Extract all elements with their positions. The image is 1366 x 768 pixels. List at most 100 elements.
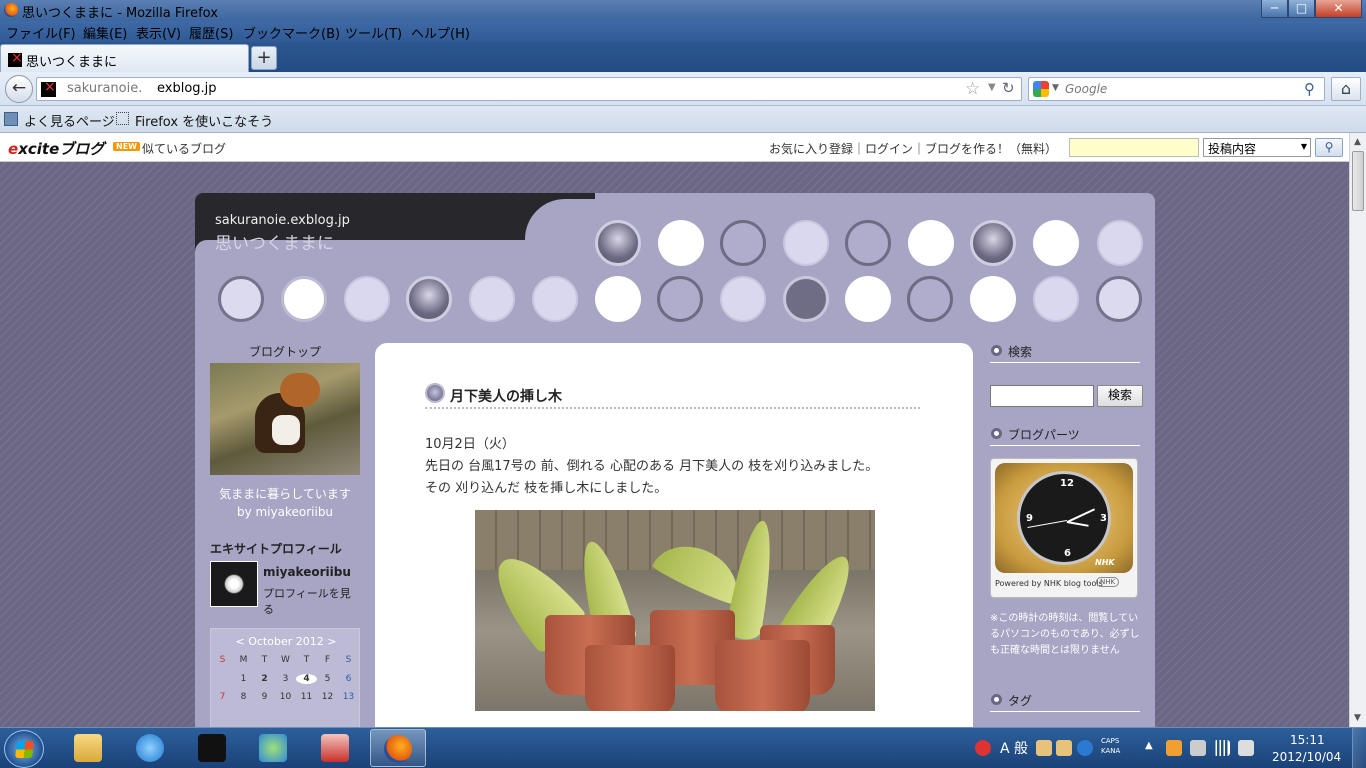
menu-history[interactable]: 履歴(S) [189,23,233,42]
blog-url[interactable]: sakuranoie.exblog.jp [215,213,350,228]
calendar-day[interactable]: 11 [296,692,317,702]
scrollbar-thumb[interactable] [1352,151,1364,211]
decor-dot [469,276,515,322]
blog-description: 気ままに暮らしています by miyakeoriibu [219,487,351,519]
tray-app-icon[interactable] [975,740,991,756]
minimize-button[interactable]: ─ [1261,0,1288,18]
new-tab-button[interactable]: + [251,46,277,70]
excite-profile-heading: エキサイトプロフィール [210,542,342,556]
page-scrollbar[interactable]: ▲ ▼ [1349,133,1366,727]
post-photo-potted-cuttings[interactable] [475,510,875,711]
calendar-day[interactable]: 6 [338,674,359,684]
bullet-icon [991,694,1002,705]
url-bar[interactable]: sakuranoie. exblog.jp ☆ ▼ ↻ [36,77,1022,101]
calendar-day[interactable]: 2 [254,674,275,684]
calendar-day[interactable]: 4 [296,674,317,684]
calendar-day[interactable]: 10 [275,692,296,702]
tabbar: 思いつくままに + [0,42,1366,72]
messenger-icon [259,734,287,762]
taskbar-messenger[interactable] [246,729,302,767]
search-bar[interactable]: ▼ Google ⚲ [1028,77,1325,101]
volume-muted-icon[interactable] [1238,740,1254,756]
calendar-day[interactable]: 5 [317,674,338,684]
view-profile-link[interactable]: プロフィールを見る [263,585,360,617]
magnifier-icon[interactable]: ⚲ [1304,80,1315,98]
show-hidden-icons-icon[interactable]: ▲ [1145,740,1155,756]
nhk-clock-widget[interactable]: 12 3 6 9 NHK Powered by NHK blog tools N… [990,458,1138,598]
google-search-engine-icon[interactable] [1033,81,1049,97]
menu-bookmarks[interactable]: ブックマーク(B) [243,23,340,42]
ime-indicator[interactable]: A 般 [1000,738,1028,758]
decor-dot [218,276,264,322]
calendar-day[interactable]: 7 [212,692,233,702]
taskbar-explorer[interactable] [61,729,117,767]
start-button[interactable] [4,730,44,768]
tab-active[interactable]: 思いつくままに [0,44,249,72]
url-domain: exblog.jp [157,81,217,96]
tray-ime-icon[interactable] [1036,740,1052,756]
app-icon [321,734,349,762]
close-button[interactable]: ✕ [1315,0,1362,18]
profile-photo-beagle[interactable] [210,363,360,475]
calendar-day[interactable]: 8 [233,692,254,702]
menu-tools[interactable]: ツール(T) [345,23,402,42]
taskbar-internet-explorer[interactable] [123,729,179,767]
caps-kana-indicator: CAPS KANA [1101,737,1121,755]
profile-thumbnail[interactable] [210,561,258,607]
show-desktop-button[interactable] [1352,728,1366,768]
photo-detail [585,645,675,711]
search-engine-dropdown-icon[interactable]: ▼ [1052,83,1059,93]
profile-name[interactable]: miyakeoriibu [263,565,351,579]
search-scope-select[interactable]: 投稿内容 ▼ [1203,138,1311,157]
post-title[interactable]: 月下美人の挿し木 [450,386,562,406]
blog-search-input[interactable] [990,385,1094,407]
blog-title[interactable]: 思いつくままに [215,229,334,254]
help-icon[interactable] [1077,740,1093,756]
calendar-day[interactable]: 12 [317,692,338,702]
calendar-day[interactable]: 9 [254,692,275,702]
taskbar-clock-time[interactable]: 15:11 [1290,733,1325,747]
bookmark-most-visited[interactable]: よく見るページ [24,111,115,130]
search-placeholder: Google [1065,82,1108,96]
excite-account-links[interactable]: お気に入り登録｜ログイン｜ブログを作る！（無料） [769,140,1057,157]
scroll-down-icon[interactable]: ▼ [1354,713,1361,723]
history-dropdown-icon[interactable]: ▼ [988,82,996,93]
bookmark-star-icon[interactable]: ☆ [965,79,980,99]
firefox-logo-icon [384,735,412,763]
calendar-day[interactable]: 1 [233,674,254,684]
decor-dot [1096,276,1142,322]
calendar-day[interactable]: 13 [338,692,359,702]
maximize-button[interactable]: □ [1288,0,1315,18]
tray-device-icon[interactable] [1190,740,1206,756]
similar-blogs-link[interactable]: 似ているブログ [142,140,226,157]
photo-detail [272,415,300,445]
bookmark-firefox-tips[interactable]: Firefox を使いこなそう [135,111,273,130]
post-text: 先日の 台風17号の 前、倒れる 心配のある 月下美人の 枝を刈り込みました。 [425,459,879,474]
scroll-up-icon[interactable]: ▲ [1354,137,1361,147]
internet-explorer-icon [136,734,164,762]
taskbar-clock-date[interactable]: 2012/10/04 [1272,750,1341,764]
network-signal-icon[interactable] [1214,740,1230,756]
home-button[interactable]: ⌂ [1331,77,1361,101]
taskbar-excite[interactable] [185,729,241,767]
taskbar-app[interactable] [308,729,364,767]
tray-power-icon[interactable] [1166,740,1182,756]
excite-search-button[interactable]: ⚲ [1315,138,1343,157]
reload-icon[interactable]: ↻ [1002,79,1015,97]
menu-file[interactable]: ファイル(F) [6,23,76,42]
back-button[interactable]: ← [5,75,33,103]
calendar-month-nav[interactable]: < October 2012 > [211,635,361,648]
menu-view[interactable]: 表示(V) [136,23,181,42]
blog-search-button[interactable]: 検索 [1097,385,1143,407]
calendar-day[interactable]: 3 [275,674,296,684]
most-visited-icon [4,112,18,126]
taskbar-firefox[interactable] [370,729,426,767]
menubar: ファイル(F) 編集(E) 表示(V) 履歴(S) ブックマーク(B) ツール(… [0,21,1366,73]
excite-blog-logo[interactable]: exciteブログ [8,138,104,159]
menu-edit[interactable]: 編集(E) [83,23,127,42]
blog-top-link[interactable]: ブログトップ [210,343,360,360]
tray-ime-icon[interactable] [1056,740,1072,756]
menu-help[interactable]: ヘルプ(H) [411,23,470,42]
excite-search-input[interactable] [1069,138,1199,157]
excite-blog-bar: exciteブログ NEW 似ているブログ お気に入り登録｜ログイン｜ブログを作… [0,133,1349,162]
